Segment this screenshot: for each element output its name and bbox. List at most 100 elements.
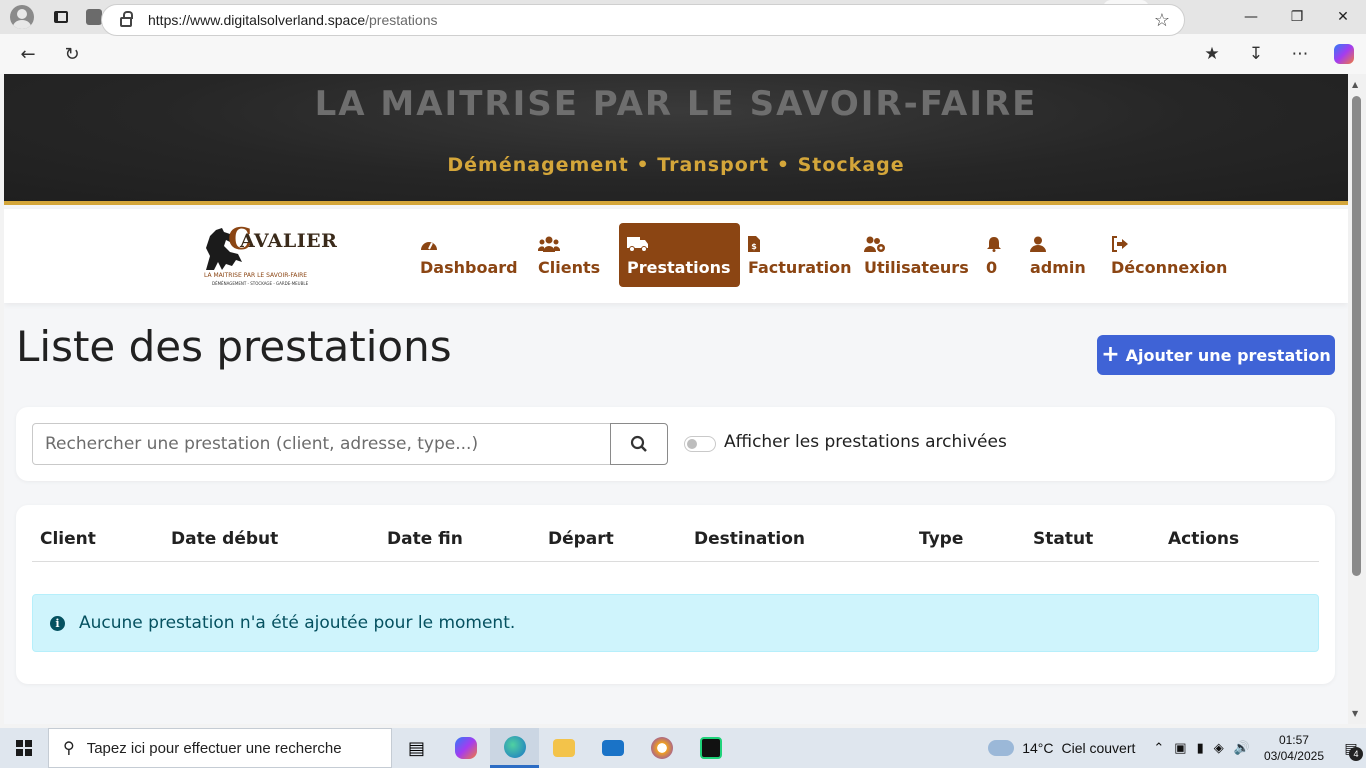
folder-icon [552,739,575,757]
task-view-icon: ▤ [407,737,425,759]
truck-icon [627,234,649,254]
empty-state-alert: i Aucune prestation n'a été ajoutée pour… [32,594,1319,652]
bell-icon [986,234,1002,254]
taskbar-search-box[interactable]: ⚲ Tapez ici pour effectuer une recherche [48,728,392,768]
column-header-statut: Statut [1033,529,1094,549]
search-icon [630,435,647,452]
more-menu-icon[interactable]: ⋯ [1278,34,1322,74]
nav-user[interactable]: admin [1022,223,1094,287]
tab-actions-button[interactable] [44,0,78,34]
column-header-date-debut: Date début [171,529,279,549]
search-button[interactable] [610,423,668,465]
nav-logout[interactable]: Déconnexion [1103,223,1235,287]
page-viewport: LA MAITRISE PAR LE SAVOIR-FAIRE Déménage… [4,74,1348,724]
add-prestation-label: Ajouter une prestation [1125,345,1331,365]
windows-logo-icon [16,740,32,756]
scroll-down-arrow-icon[interactable]: ▼ [1352,709,1358,718]
downloads-icon[interactable]: ↧ [1234,34,1278,74]
nav-utilisateurs-label: Utilisateurs [864,257,969,277]
notification-center-button[interactable]: ▤ 4 [1336,728,1366,768]
nav-clients[interactable]: Clients [530,223,608,287]
terminal-app-icon [699,737,722,759]
terminal-app[interactable] [686,728,735,768]
column-header-client: Client [40,529,96,549]
back-button[interactable]: ← [8,34,48,74]
gauge-icon [420,234,438,254]
task-view-button[interactable]: ▤ [392,728,441,768]
add-prestation-button[interactable]: + Ajouter une prestation [1097,335,1335,375]
browser-toolbar-right: ★ ↧ ⋯ [1190,34,1366,74]
url-path: /prestations [365,12,438,28]
close-window-button[interactable]: ✕ [1320,0,1366,34]
page-scrollbar[interactable]: ▲ ▼ [1348,74,1366,724]
volume-icon[interactable]: 🔊 [1234,740,1250,756]
hero-banner: LA MAITRISE PAR LE SAVOIR-FAIRE Déménage… [4,74,1348,205]
users-icon [538,234,560,254]
nav-prestations[interactable]: Prestations [619,223,740,287]
copilot-icon[interactable] [1334,44,1354,64]
start-button[interactable] [0,728,48,768]
column-header-depart: Départ [548,529,614,549]
edge-app[interactable] [490,728,539,768]
nav-notifications[interactable]: 0 [978,223,1010,287]
scroll-up-arrow-icon[interactable]: ▲ [1352,80,1358,89]
system-tray: 14°C Ciel couvert ⌃ ▣ ▮ ◈ 🔊 01:57 03/04/… [985,728,1366,768]
favorites-icon[interactable]: ★ [1190,34,1234,74]
reload-button[interactable]: ↻ [52,34,92,74]
globe-icon [86,9,102,25]
browser-app[interactable] [637,728,686,768]
lock-icon[interactable] [120,11,133,27]
address-toolbar: ← ↻ [0,34,1366,74]
svg-text:$: $ [751,242,757,251]
copilot-app[interactable] [441,728,490,768]
file-explorer-app[interactable] [539,728,588,768]
taskbar-search-placeholder: Tapez ici pour effectuer une recherche [86,739,342,757]
prestations-table-card: Client Date début Date fin Départ Destin… [16,505,1335,684]
nav-dashboard[interactable]: Dashboard [412,223,526,287]
main-navbar: C AVALIER LA MAITRISE PAR LE SAVOIR-FAIRE… [4,209,1348,303]
nav-dashboard-label: Dashboard [420,257,518,277]
search-input[interactable]: Rechercher une prestation (client, adres… [32,423,612,465]
mail-icon [601,740,624,756]
url-host: https://www.digitalsolverland.space [148,12,366,28]
url-bar[interactable]: https://www.digitalsolverland.space/pres… [101,4,1185,36]
nav-facturation[interactable]: $ Facturation [740,223,860,287]
logo-tagline-small: DÉMÉNAGEMENT - STOCKAGE - GARDE-MEUBLE [212,281,309,286]
nav-logout-label: Déconnexion [1111,257,1228,277]
clock[interactable]: 01:57 03/04/2025 [1264,732,1324,764]
cavalier-logo[interactable]: C AVALIER LA MAITRISE PAR LE SAVOIR-FAIRE… [200,222,337,290]
nav-clients-label: Clients [538,257,601,277]
tray-icons: ⌃ ▣ ▮ ◈ 🔊 [1153,740,1250,756]
column-header-date-fin: Date fin [387,529,463,549]
empty-state-message: Aucune prestation n'a été ajoutée pour l… [79,613,516,633]
user-icon [10,5,34,29]
column-header-destination: Destination [694,529,806,549]
invoice-icon: $ [748,234,760,254]
nav-utilisateurs[interactable]: Utilisateurs [856,223,977,287]
info-icon: i [50,615,65,631]
favorite-star-icon[interactable]: ☆ [1154,10,1170,31]
archive-toggle[interactable] [684,436,716,452]
logo-brand: C AVALIER [228,222,338,257]
windows-taskbar: ⚲ Tapez ici pour effectuer une recherche… [0,728,1366,768]
search-placeholder: Rechercher une prestation (client, adres… [45,434,479,454]
archive-toggle-label[interactable]: Afficher les prestations archivées [724,432,1007,452]
notification-count: 0 [986,257,998,277]
battery-icon[interactable]: ▮ [1197,740,1204,756]
scrollbar-thumb[interactable] [1352,96,1361,576]
cloudy-icon [985,734,1015,756]
chevron-up-icon[interactable]: ⌃ [1153,740,1164,756]
minimize-button[interactable]: — [1228,0,1274,34]
weather-desc: Ciel couvert [1061,740,1136,756]
wifi-icon[interactable]: ◈ [1214,740,1224,756]
weather-widget[interactable]: 14°C Ciel couvert [985,734,1136,756]
mail-app[interactable] [588,728,637,768]
plus-icon: + [1101,342,1120,367]
copilot-app-icon [454,737,477,759]
column-header-actions: Actions [1168,529,1240,549]
profile-avatar[interactable] [0,0,44,34]
maximize-button[interactable]: ❐ [1274,0,1320,34]
logo-tagline: LA MAITRISE PAR LE SAVOIR-FAIRE [204,272,308,279]
page-title: Liste des prestations [16,322,452,371]
usb-icon[interactable]: ▣ [1174,740,1186,756]
